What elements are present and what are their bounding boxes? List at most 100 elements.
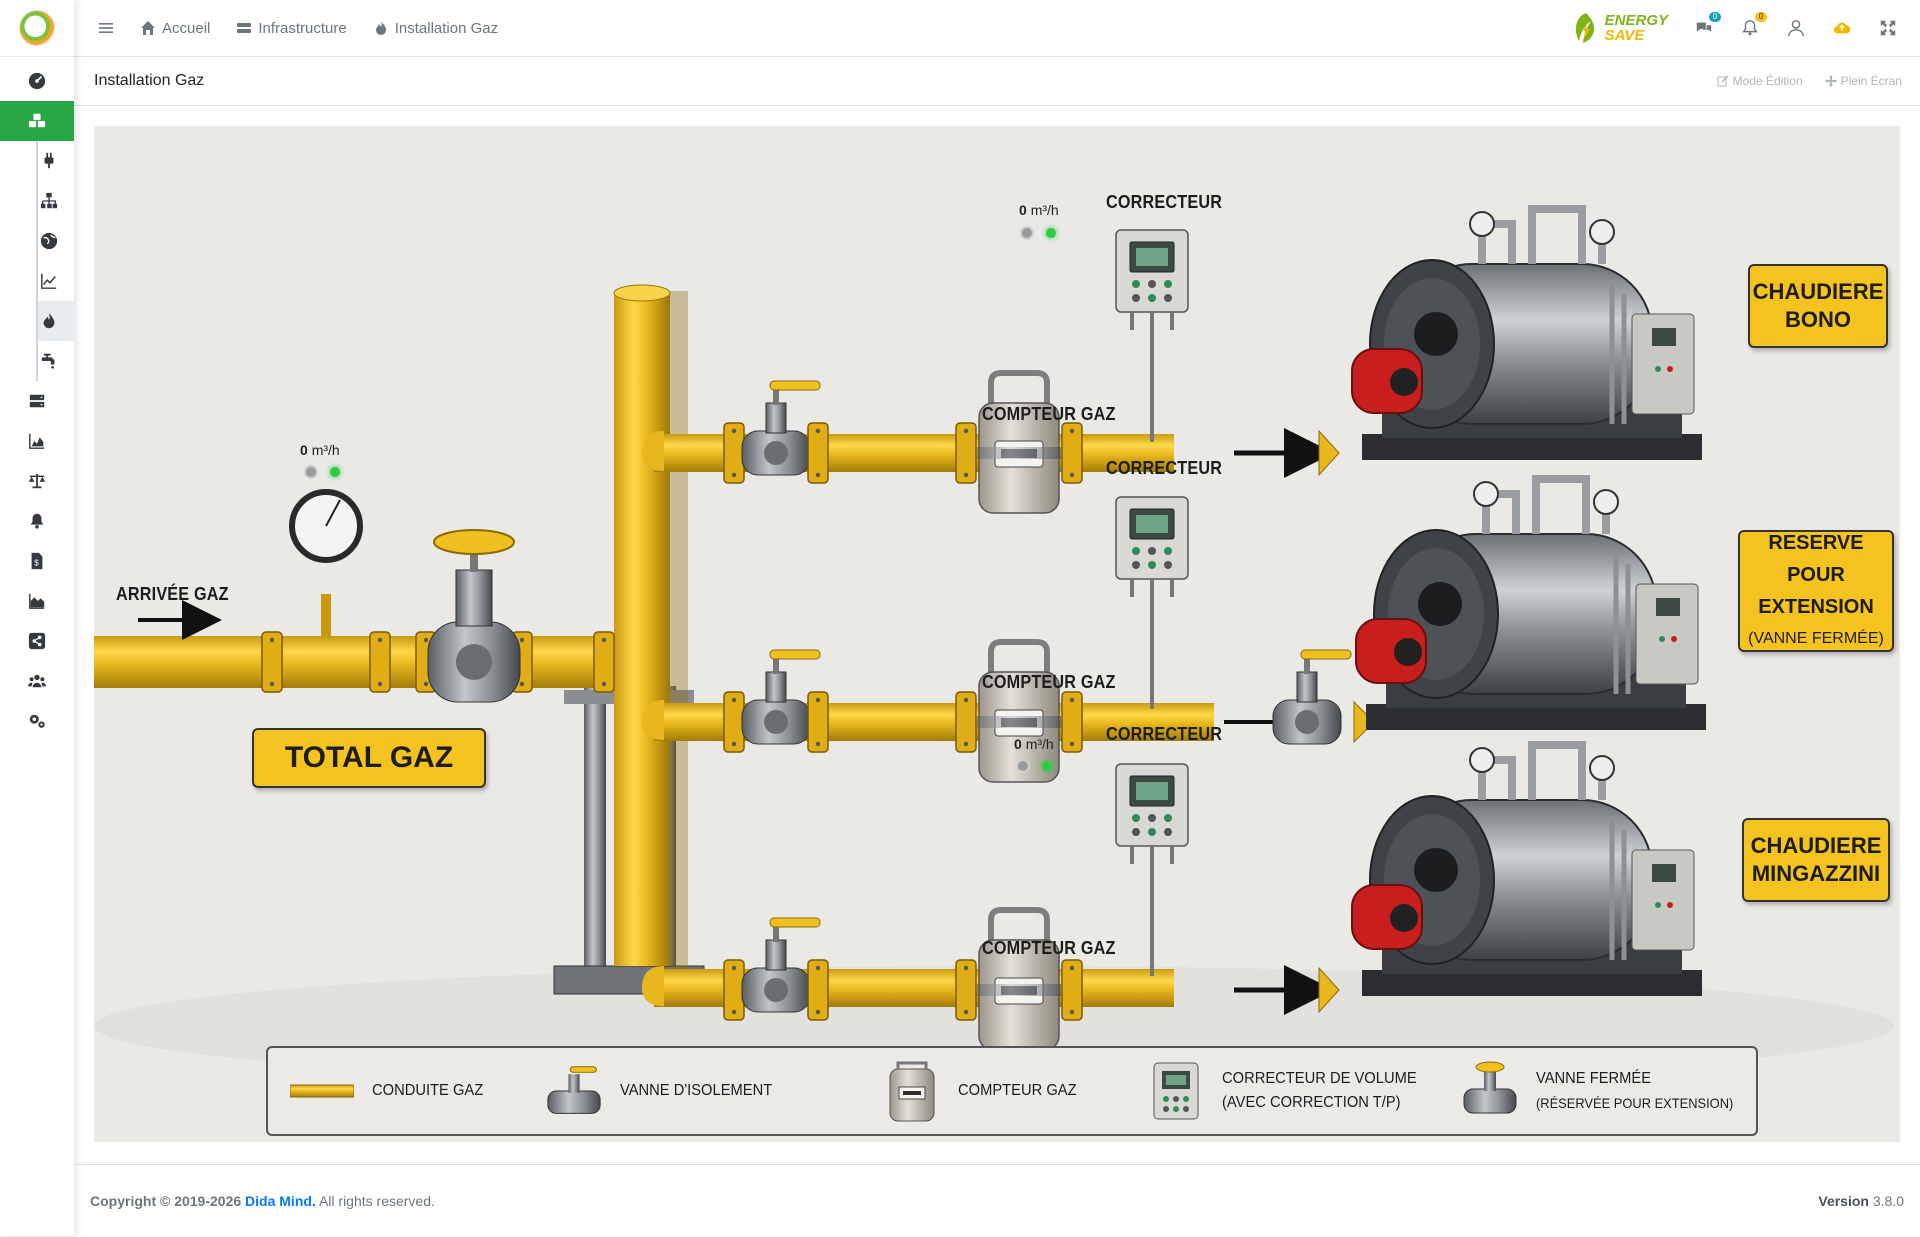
- fire-icon: [375, 21, 386, 35]
- boiler-bono-label-box[interactable]: CHAUDIERE BONO: [1748, 264, 1888, 348]
- user-icon: [1788, 20, 1804, 37]
- line1-status-leds: [1022, 228, 1056, 238]
- footer: Copyright © 2019-2026 Dida Mind. All rig…: [74, 1164, 1920, 1237]
- energy-save-logo[interactable]: ENERGY SAVE: [1571, 11, 1668, 45]
- status-led-off: [1022, 228, 1032, 238]
- status-led-off: [1018, 761, 1028, 771]
- faucet-icon: [41, 353, 55, 369]
- total-gas-label-box: TOTAL GAZ: [252, 728, 486, 788]
- bell-icon: [30, 513, 44, 529]
- notifications-button[interactable]: 0: [1740, 12, 1767, 38]
- sidebar-item-electricity[interactable]: [38, 141, 74, 181]
- legend-closed-valve-line1: VANNE FERMÉE: [1536, 1069, 1652, 1087]
- edit-mode-button[interactable]: Mode Édition: [1717, 74, 1803, 88]
- chat-badge: 0: [1709, 12, 1721, 22]
- chat-button[interactable]: 0: [1694, 12, 1721, 38]
- line-chart-icon: [41, 273, 57, 289]
- plug-icon: [44, 152, 54, 169]
- breadcrumb-infrastructure[interactable]: Infrastructure: [236, 20, 347, 37]
- sidebar-item-users[interactable]: [0, 661, 74, 701]
- reserve-line1: RESERVE POUR: [1768, 532, 1864, 586]
- sidebar-item-charts[interactable]: [38, 261, 74, 301]
- gas-installation-diagram: ARRIVÉE GAZ 0 m³/h TOTAL GAZ 0 m³/h CORR…: [94, 126, 1900, 1142]
- legend-closed-valve: VANNE FERMÉE (RÉSERVÉE POUR EXTENSION): [1462, 1048, 1750, 1134]
- total-gas-label: TOTAL GAZ: [284, 741, 454, 774]
- fullscreen-button[interactable]: Plein Écran: [1824, 74, 1902, 88]
- logo-energy-text: ENERGY: [1604, 12, 1668, 29]
- boiler-mingazzini-line2: MINGAZZINI: [1751, 861, 1881, 886]
- topbar-right: ENERGY SAVE 0 0: [1571, 11, 1920, 45]
- menu-toggle-button[interactable]: [98, 20, 114, 36]
- line3-flow-value: 0: [1014, 736, 1022, 752]
- legend-corrector-text: CORRECTEUR DE VOLUME (AVEC CORRECTION T/…: [1222, 1067, 1417, 1115]
- expand-icon: [1880, 20, 1896, 36]
- cogs-icon: [29, 714, 45, 728]
- diagram-legend: CONDUITE GAZ VANNE D'ISOLEMENT COMPTEUR …: [266, 1046, 1758, 1136]
- footer-version: Version 3.8.0: [1818, 1193, 1920, 1209]
- sidebar-item-share[interactable]: [0, 621, 74, 661]
- footer-copyright: Copyright © 2019-2026 Dida Mind. All rig…: [90, 1193, 435, 1209]
- meter-label-2: COMPTEUR GAZ: [982, 672, 1116, 692]
- brand-logo[interactable]: [19, 10, 55, 46]
- svg-text:$: $: [34, 559, 39, 568]
- header-actions: Mode Édition Plein Écran: [1717, 74, 1920, 88]
- sidebar-item-infrastructure[interactable]: [0, 101, 74, 141]
- sidebar-item-balance[interactable]: [0, 461, 74, 501]
- volume-corrector-icon: [1153, 1062, 1199, 1120]
- sidebar-item-globe[interactable]: [38, 221, 74, 261]
- sidebar-item-water[interactable]: [38, 341, 74, 381]
- hamburger-icon: [99, 23, 113, 33]
- boiler-mingazzini-label-box[interactable]: CHAUDIERE MINGAZZINI: [1742, 818, 1890, 902]
- user-button[interactable]: [1786, 18, 1806, 38]
- reserve-extension-label-box[interactable]: RESERVE POUR EXTENSION (VANNE FERMÉE): [1738, 530, 1894, 652]
- company-link[interactable]: Dida Mind.: [245, 1193, 316, 1209]
- line3-status-leds: [1018, 761, 1052, 771]
- legend-corrector: CORRECTEUR DE VOLUME (AVEC CORRECTION T/…: [1148, 1048, 1434, 1134]
- sidebar-item-gas[interactable]: [38, 301, 74, 341]
- total-flow-unit: m³/h: [311, 442, 340, 458]
- legend-corrector-line2: (AVEC CORRECTION T/P): [1222, 1094, 1401, 1111]
- closed-valve-icon: [1463, 1061, 1517, 1114]
- line1-flow-unit: m³/h: [1030, 202, 1059, 218]
- corrector-label-3: CORRECTEUR: [1106, 724, 1223, 744]
- breadcrumb-home[interactable]: Accueil: [140, 20, 210, 37]
- corrector-label-1: CORRECTEUR: [1106, 192, 1223, 212]
- breadcrumb-home-label: Accueil: [162, 19, 211, 37]
- legend-pipe-label: CONDUITE GAZ: [372, 1082, 484, 1099]
- home-icon: [141, 21, 155, 35]
- area-chart-icon: [29, 593, 45, 609]
- boiler-bono-line1: CHAUDIERE: [1752, 279, 1884, 304]
- cloud-sync-button[interactable]: [1832, 18, 1852, 38]
- sidebar-item-reports[interactable]: [0, 581, 74, 621]
- gas-meter-icon: [889, 1061, 935, 1122]
- sidebar-item-settings[interactable]: [0, 701, 74, 741]
- balance-scale-icon: [28, 473, 46, 489]
- line1-flow-value: 0: [1019, 202, 1027, 218]
- line3-flow-unit: m³/h: [1025, 736, 1054, 752]
- sidebar-item-network[interactable]: [38, 181, 74, 221]
- status-led-on: [1042, 761, 1052, 771]
- sidebar-item-alerts[interactable]: [0, 501, 74, 541]
- legend-closed-valve-text: VANNE FERMÉE (RÉSERVÉE POUR EXTENSION): [1536, 1067, 1733, 1116]
- main-card: ARRIVÉE GAZ 0 m³/h TOTAL GAZ 0 m³/h CORR…: [74, 106, 1920, 1164]
- topbar: Accueil Infrastructure Installation Gaz …: [74, 0, 1920, 57]
- sidebar-item-invoices[interactable]: $: [0, 541, 74, 581]
- corrector-label-2: CORRECTEUR: [1106, 458, 1223, 478]
- breadcrumb-gas[interactable]: Installation Gaz: [373, 20, 498, 37]
- sidebar-item-servers[interactable]: [0, 381, 74, 421]
- share-icon: [28, 632, 46, 650]
- edit-icon: [1717, 75, 1729, 87]
- legend-pipe: CONDUITE GAZ: [290, 1048, 493, 1134]
- bell-icon: [1742, 20, 1758, 36]
- sidebar-item-analytics[interactable]: [0, 421, 74, 461]
- sitemap-icon: [40, 192, 58, 209]
- version-label: Version: [1818, 1193, 1869, 1209]
- fullscreen-toggle-button[interactable]: [1878, 18, 1898, 38]
- leaf-icon: [1575, 13, 1594, 43]
- sidebar-item-dashboard[interactable]: [0, 61, 74, 101]
- line3-flow-readout: 0 m³/h: [1014, 736, 1054, 752]
- brand[interactable]: [0, 0, 74, 57]
- server-icon: [29, 394, 45, 408]
- legend-isolation-valve: VANNE D'ISOLEMENT: [546, 1048, 785, 1134]
- sidebar-subgroup: [36, 141, 74, 381]
